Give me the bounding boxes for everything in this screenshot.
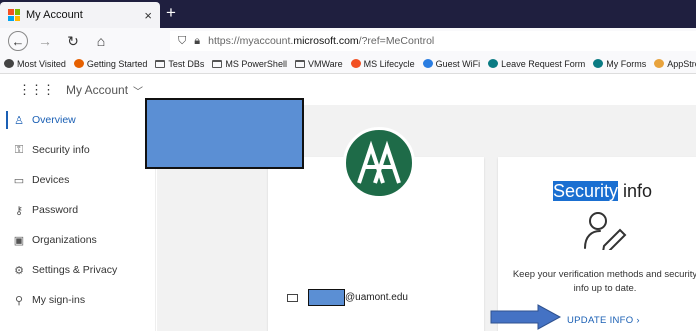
navigation-bar: ← → ↻ ⌂ ⛉ 🔒︎ https://myaccount. microsoft… xyxy=(0,28,696,54)
tab-close-icon[interactable]: × xyxy=(144,8,152,23)
redacted-email-user xyxy=(308,289,345,306)
sidebar-item-label: Password xyxy=(32,204,79,216)
home-button[interactable]: ⌂ xyxy=(90,30,112,52)
bookmark-label: Leave Request Form xyxy=(501,58,586,69)
bookmark-item[interactable]: Guest WiFi xyxy=(422,58,481,69)
forward-button[interactable]: → xyxy=(34,30,56,52)
address-bar[interactable]: ⛉ 🔒︎ https://myaccount. microsoft.com/?re… xyxy=(170,31,696,51)
firefox-icon xyxy=(73,59,84,68)
bookmark-label: Getting Started xyxy=(86,58,148,69)
email-row: @uamont.edu xyxy=(287,289,408,306)
redacted-name xyxy=(145,98,304,169)
uamont-logo-icon xyxy=(357,140,401,184)
bookmark-label: Guest WiFi xyxy=(435,58,481,69)
security-info-icon: ⚿ xyxy=(14,143,24,156)
bookmark-item[interactable]: My Forms xyxy=(593,59,646,69)
chevron-down-icon[interactable]: ﹀ xyxy=(133,83,143,98)
app-title[interactable]: My Account xyxy=(66,83,128,97)
mail-icon xyxy=(287,293,298,302)
reload-button[interactable]: ↻ xyxy=(62,30,84,52)
bookmark-label: AppStream xyxy=(667,58,696,69)
folder-icon xyxy=(155,59,166,68)
url-prefix: https://myaccount. xyxy=(208,35,294,47)
email-domain: @uamont.edu xyxy=(345,292,408,303)
sidebar-item-password[interactable]: ⚷ Password xyxy=(0,195,155,225)
bookmark-label: MS PowerShell xyxy=(225,58,287,69)
browser-tab-bar: My Account × + xyxy=(0,0,696,28)
sidebar-item-label: My sign-ins xyxy=(32,294,86,306)
bookmark-item[interactable]: AppStream xyxy=(654,59,696,69)
appstream-icon xyxy=(654,59,665,68)
bookmark-label: MS Lifecycle xyxy=(363,58,415,69)
sidebar-item-organizations[interactable]: ▣ Organizations xyxy=(0,225,155,255)
sidebar-item-settings-privacy[interactable]: ⚙ Settings & Privacy xyxy=(0,255,155,285)
sidebar-item-label: Security info xyxy=(32,144,90,156)
folder-icon xyxy=(294,59,305,68)
bookmark-item[interactable]: VMWare xyxy=(294,58,343,69)
bookmark-item[interactable]: Leave Request Form xyxy=(488,59,585,69)
sidebar-item-security-info[interactable]: ⚿ Security info xyxy=(0,135,155,165)
person-icon: ♙ xyxy=(14,114,24,127)
forms-icon xyxy=(593,59,604,68)
bookmark-label: Test DBs xyxy=(168,58,205,69)
app-header: ⋮⋮⋮ My Account ﹀ xyxy=(0,75,696,105)
sidebar-item-devices[interactable]: ▭ Devices xyxy=(0,165,155,195)
security-info-title: Security info xyxy=(553,181,652,202)
bookmark-item[interactable]: MS Lifecycle xyxy=(350,58,415,69)
sidebar-item-label: Settings & Privacy xyxy=(32,264,118,276)
signin-icon: ⚲ xyxy=(14,294,24,307)
gear-icon: ⚙ xyxy=(14,264,24,277)
avatar xyxy=(343,127,415,199)
sidebar-item-label: Organizations xyxy=(32,234,97,246)
forms-icon xyxy=(488,59,499,68)
sidebar-item-overview[interactable]: ♙ Overview xyxy=(0,105,155,135)
tab-title: My Account xyxy=(26,9,83,21)
update-info-label: UPDATE INFO xyxy=(567,315,634,326)
sidebar: ♙ Overview ⚿ Security info ▭ Devices ⚷ Password… xyxy=(0,105,156,331)
sidebar-item-my-sign-ins[interactable]: ⚲ My sign-ins xyxy=(0,285,155,315)
lock-icon[interactable]: 🔒︎ xyxy=(194,35,200,48)
sidebar-item-label: Overview xyxy=(32,114,76,126)
security-title-highlight: Security xyxy=(553,181,619,201)
microsoft-logo-icon xyxy=(8,9,20,21)
bookmark-item[interactable]: Test DBs xyxy=(155,59,204,69)
gear-icon xyxy=(4,59,14,68)
shield-icon[interactable]: ⛉ xyxy=(178,35,186,48)
globe-icon xyxy=(422,59,433,68)
app-launcher-icon[interactable]: ⋮⋮⋮ xyxy=(18,82,55,98)
security-info-icon xyxy=(584,212,627,250)
bookmark-label: My Forms xyxy=(606,58,647,69)
url-host: microsoft.com xyxy=(293,35,359,47)
briefcase-icon: ▣ xyxy=(13,234,25,247)
laptop-icon: ▭ xyxy=(13,174,25,187)
url-suffix: /?ref=MeControl xyxy=(358,35,435,47)
bookmarks-bar: Most Visited Getting Started Test DBs MS Po… xyxy=(0,54,696,74)
browser-tab[interactable]: My Account × xyxy=(0,2,160,28)
bookmark-item[interactable]: MS PowerShell xyxy=(212,59,287,69)
security-info-description: Keep your verification methods and secur… xyxy=(512,269,696,294)
annotation-arrow xyxy=(490,304,562,330)
microsoft-icon xyxy=(350,59,361,68)
bookmark-label: VMWare xyxy=(307,58,343,69)
security-title-rest: info xyxy=(618,181,653,201)
new-tab-button[interactable]: + xyxy=(166,4,176,22)
sidebar-item-label: Devices xyxy=(32,174,70,186)
bookmark-label: Most Visited xyxy=(17,58,66,69)
update-info-link[interactable]: UPDATE INFO › xyxy=(567,315,640,326)
key-icon: ⚷ xyxy=(14,204,24,217)
back-button[interactable]: ← xyxy=(8,31,28,51)
bookmark-item[interactable]: Getting Started xyxy=(73,58,148,69)
folder-icon xyxy=(212,59,223,68)
bookmark-item[interactable]: Most Visited xyxy=(4,59,66,69)
